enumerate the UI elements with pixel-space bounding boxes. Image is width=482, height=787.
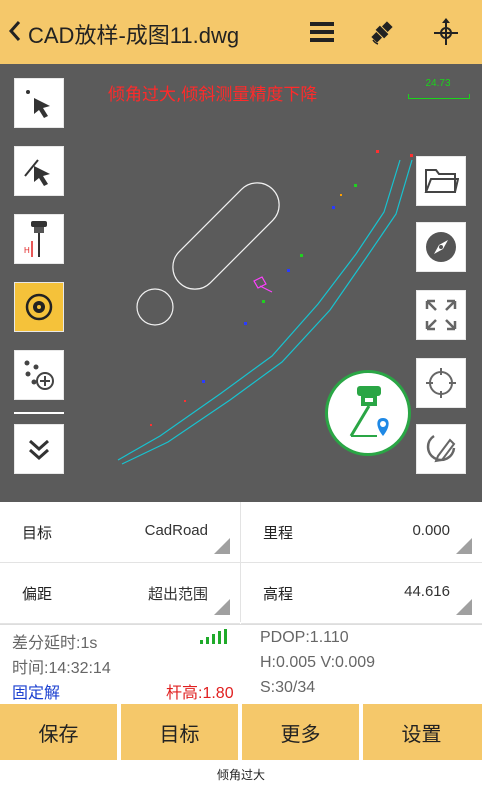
stakeout-rover-icon <box>349 386 389 437</box>
save-button[interactable]: 保存 <box>0 704 117 760</box>
cad-drawing <box>117 150 413 465</box>
cad-slot-shape <box>172 182 280 290</box>
top-bar: CAD放样-成图11.dwg <box>0 0 482 64</box>
more-button[interactable]: 更多 <box>242 704 359 760</box>
mileage-value: 0.000 <box>412 522 450 539</box>
dropdown-corner-icon <box>456 599 472 615</box>
mileage-label: 里程 <box>263 525 294 542</box>
pole-height-text: 杆高:1.80 <box>166 685 234 702</box>
satellite-icon[interactable] <box>360 12 404 52</box>
fit-extent-icon[interactable] <box>416 290 466 340</box>
pdop-text: PDOP:1.110 <box>260 629 349 646</box>
select-arrow-icon[interactable] <box>14 78 64 128</box>
page-title: CAD放样-成图11.dwg <box>28 23 240 48</box>
tool-divider <box>14 412 64 414</box>
compass-icon[interactable] <box>416 222 466 272</box>
folder-icon[interactable] <box>416 156 466 206</box>
locate-icon[interactable] <box>416 358 466 408</box>
svg-text:H: H <box>24 246 30 255</box>
elevation-field[interactable]: 高程 44.616 <box>241 563 482 624</box>
hv-precision-text: H:0.005 V:0.009 <box>260 654 376 671</box>
list-menu-icon[interactable] <box>300 12 344 52</box>
tilt-warning-text: 倾角过大,倾斜测量精度下降 <box>108 85 318 105</box>
offset-label: 偏距 <box>22 586 53 603</box>
solution-status: 固定解 <box>12 685 61 702</box>
status-panel: 差分延时:1s 时间:14:32:14 固定解 杆高:1.80 PDOP:1.1… <box>0 624 482 705</box>
settings-button[interactable]: 设置 <box>363 704 480 760</box>
target-button[interactable]: 目标 <box>121 704 238 760</box>
diff-delay-text: 差分延时:1s <box>12 635 98 652</box>
expand-more-icon[interactable] <box>14 424 64 474</box>
field-divider <box>240 502 241 622</box>
position-link-line <box>259 285 273 293</box>
map-canvas[interactable]: 倾角过大,倾斜测量精度下降 24.73 H <box>0 64 482 502</box>
select-line-icon[interactable] <box>14 146 64 196</box>
dropdown-corner-icon <box>214 599 230 615</box>
draw-icon[interactable] <box>416 424 466 474</box>
offset-field[interactable]: 偏距 超出范围 <box>0 563 240 624</box>
rover-pole-icon[interactable]: H <box>14 214 64 264</box>
cad-circle <box>136 288 174 326</box>
dropdown-corner-icon <box>214 538 230 554</box>
info-panel: 目标 CadRoad 里程 0.000 偏距 超出范围 高程 44.616 <box>0 502 482 624</box>
map-scale-bar <box>408 94 470 99</box>
time-text: 时间:14:32:14 <box>12 660 111 677</box>
target-value: CadRoad <box>144 522 208 539</box>
elevation-value: 44.616 <box>404 583 450 600</box>
offset-value: 超出范围 <box>147 586 208 603</box>
target-field[interactable]: 目标 CadRoad <box>0 502 240 563</box>
stakeout-fab-button[interactable] <box>325 370 411 456</box>
chevron-left-icon[interactable] <box>8 20 22 48</box>
toast-message: 倾角过大 <box>216 768 265 782</box>
target-label: 目标 <box>22 525 53 542</box>
map-scale-label: 24.73 <box>425 78 451 89</box>
mileage-field[interactable]: 里程 0.000 <box>241 502 482 563</box>
crosshair-icon[interactable] <box>424 12 468 52</box>
dropdown-corner-icon <box>456 538 472 554</box>
target-point-icon[interactable] <box>14 282 64 332</box>
signal-bars-icon <box>200 629 230 649</box>
add-points-icon[interactable] <box>14 350 64 400</box>
elevation-label: 高程 <box>263 586 294 603</box>
bottom-action-bar: 保存 目标 更多 设置 <box>0 704 482 760</box>
satellites-text: S:30/34 <box>260 679 316 696</box>
